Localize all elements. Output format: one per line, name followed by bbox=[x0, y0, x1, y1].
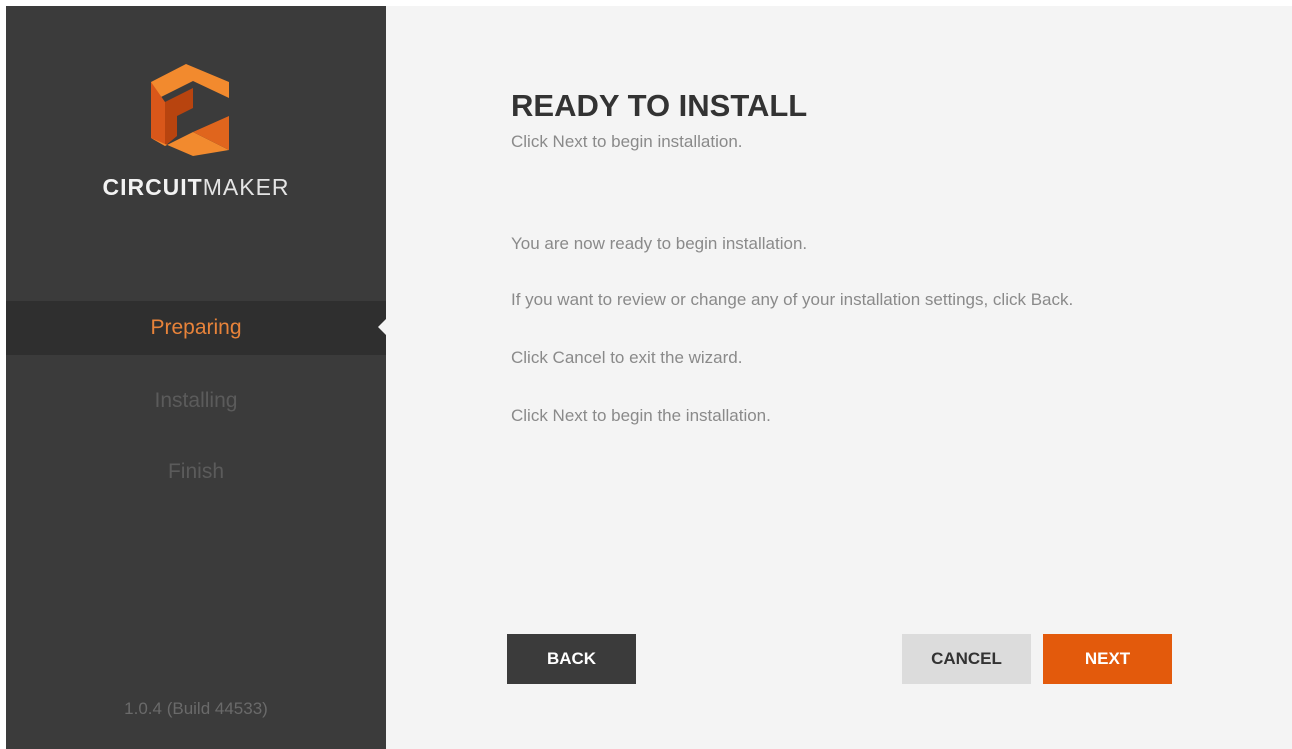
cancel-button[interactable]: CANCEL bbox=[902, 634, 1031, 684]
page-subtitle: Click Next to begin installation. bbox=[511, 132, 743, 151]
step-installing: Installing bbox=[154, 389, 238, 412]
brand-bold: CIRCUIT bbox=[102, 174, 203, 200]
review-settings-text: If you want to review or change any of y… bbox=[511, 290, 1074, 309]
step-finish: Finish bbox=[167, 460, 225, 483]
page-title: READY TO INSTALL bbox=[511, 88, 808, 123]
brand-name: CIRCUITMAKER bbox=[6, 174, 386, 201]
next-button[interactable]: NEXT bbox=[1043, 634, 1172, 684]
ready-text: You are now ready to begin installation. bbox=[511, 234, 808, 253]
step-preparing: Preparing bbox=[6, 301, 386, 355]
sidebar: CIRCUITMAKER Preparing Installing Finish… bbox=[6, 6, 386, 749]
brand-light: MAKER bbox=[202, 174, 290, 200]
cancel-instruction-text: Click Cancel to exit the wizard. bbox=[511, 348, 743, 367]
next-instruction-text: Click Next to begin the installation. bbox=[511, 406, 771, 425]
circuitmaker-logo-icon bbox=[151, 64, 229, 156]
version-label: 1.0.4 (Build 44533) bbox=[124, 699, 268, 718]
installer-window: CIRCUITMAKER Preparing Installing Finish… bbox=[6, 6, 1292, 749]
main-content: READY TO INSTALL Click Next to begin ins… bbox=[386, 6, 1292, 749]
back-button[interactable]: BACK bbox=[507, 634, 636, 684]
active-step-pointer bbox=[378, 319, 386, 335]
